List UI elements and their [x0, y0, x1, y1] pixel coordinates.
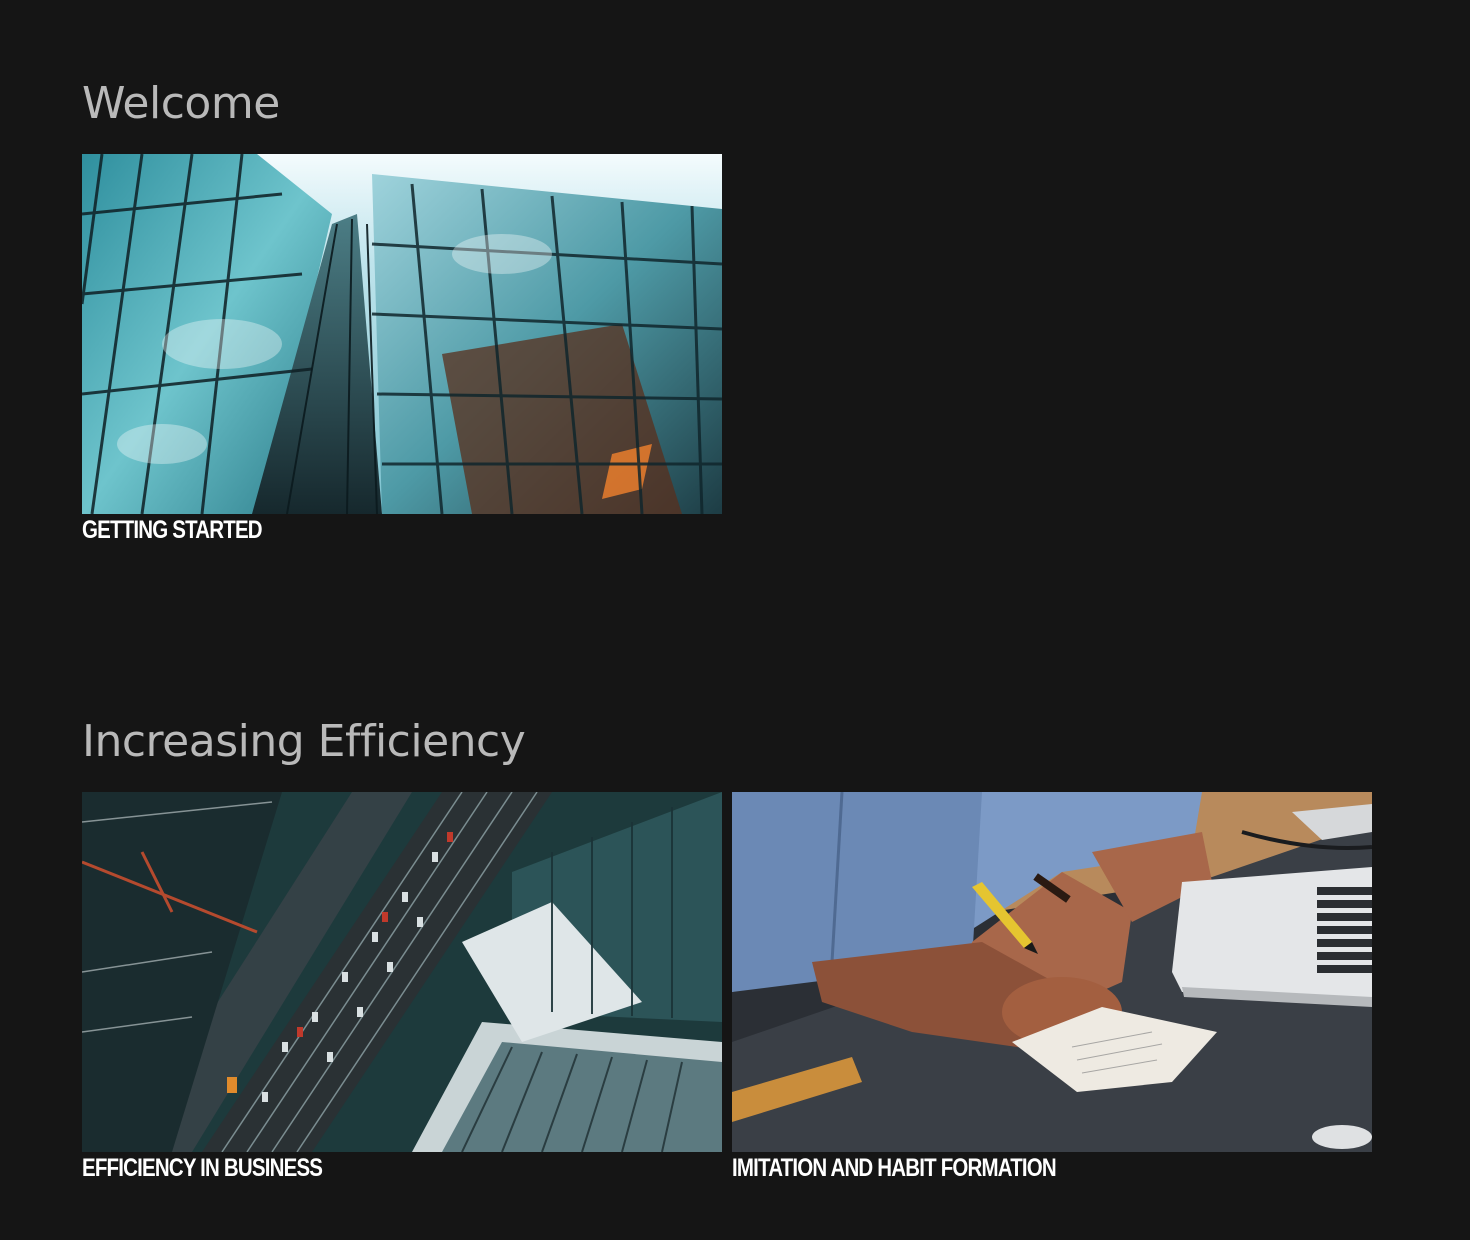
card-efficiency-in-business[interactable]: EFFICIENCY IN BUSINESS	[82, 792, 722, 1182]
card-caption[interactable]: IMITATION AND HABIT FORMATION	[732, 1154, 1257, 1182]
section-title-welcome: Welcome	[82, 78, 280, 129]
card-imitation-and-habit-formation[interactable]: IMITATION AND HABIT FORMATION	[732, 792, 1372, 1182]
aerial-city-image[interactable]	[82, 792, 722, 1152]
person-writing-image[interactable]	[732, 792, 1372, 1152]
card-caption[interactable]: GETTING STARTED	[82, 516, 607, 544]
card-getting-started[interactable]: GETTING STARTED	[82, 154, 722, 544]
page: Welcome GETTING STARTED Increasing Effic…	[0, 0, 1470, 1240]
section-title-increasing-efficiency: Increasing Efficiency	[82, 716, 526, 767]
glass-skyscraper-image[interactable]	[82, 154, 722, 514]
card-caption[interactable]: EFFICIENCY IN BUSINESS	[82, 1154, 607, 1182]
